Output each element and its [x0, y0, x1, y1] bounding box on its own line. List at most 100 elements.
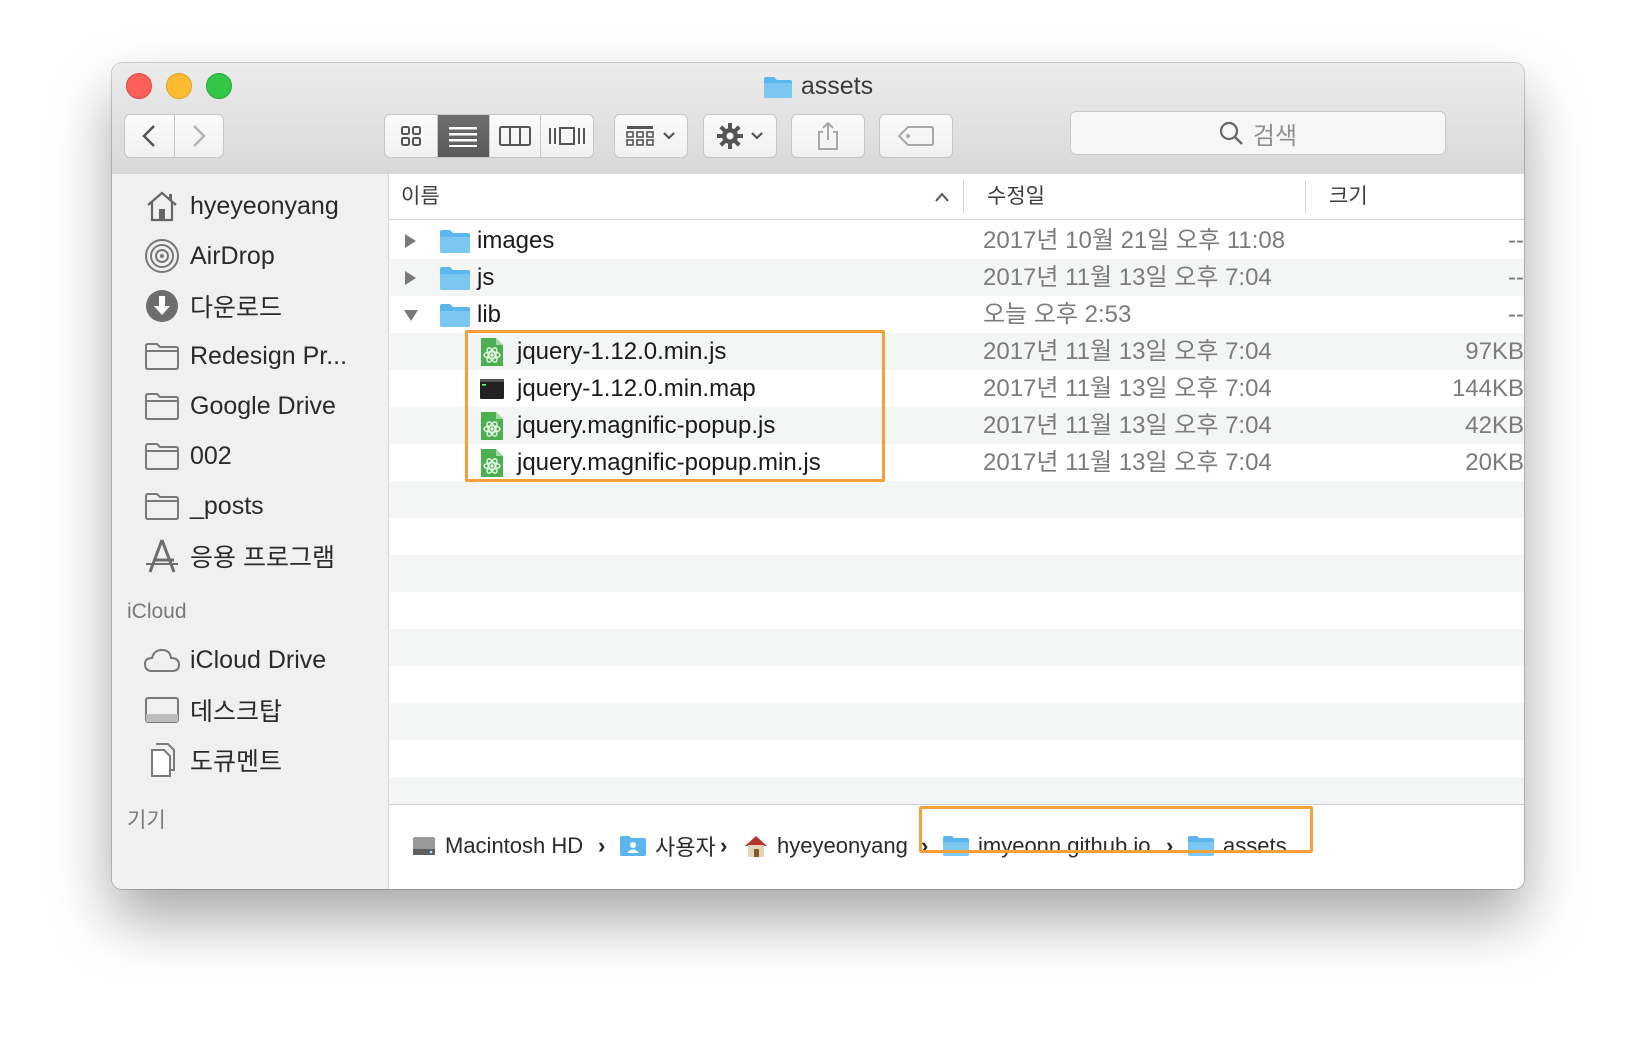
- column-separator[interactable]: [963, 180, 964, 213]
- path-crumb-imyeonn-github-io[interactable]: imyeonn.github.io: [942, 829, 1150, 863]
- empty-row: [389, 740, 1524, 777]
- file-size: --: [1508, 301, 1524, 328]
- empty-row: [389, 666, 1524, 703]
- path-crumb-label: hyeyeonyang: [777, 833, 908, 858]
- file-size: 42KB: [1465, 412, 1524, 439]
- file-row[interactable]: lib 오늘 오후 2:53 --: [389, 296, 1524, 333]
- cover-flow-icon: [549, 127, 586, 145]
- home-icon: [142, 186, 182, 226]
- desktop-icon: [142, 690, 182, 730]
- js-file-icon: [479, 407, 505, 444]
- applications-icon: [142, 536, 182, 576]
- sort-ascending-icon[interactable]: [934, 174, 950, 219]
- path-crumb-label: Macintosh HD: [445, 833, 584, 858]
- sidebar-item-label: Google Drive: [190, 391, 336, 420]
- cover-flow-button[interactable]: [541, 115, 593, 157]
- sidebar-item-documents[interactable]: 도큐멘트: [142, 738, 282, 782]
- path-crumb-label: 사용자: [655, 835, 716, 860]
- icon-view-button[interactable]: [385, 115, 438, 157]
- folder-icon: [763, 74, 793, 108]
- users-folder-icon: [619, 835, 647, 857]
- file-name: lib: [477, 301, 502, 328]
- sidebar-item-label: 다운로드: [190, 294, 283, 322]
- column-size[interactable]: 크기: [1329, 174, 1368, 219]
- sidebar-item-label: 응용 프로그램: [190, 544, 335, 572]
- path-crumb-label: assets: [1223, 833, 1287, 858]
- column-name[interactable]: 이름: [401, 174, 440, 219]
- cloud-icon: [142, 640, 182, 680]
- list-view-button[interactable]: [437, 115, 490, 157]
- sidebar-item-desktop[interactable]: 데스크탑: [142, 688, 282, 732]
- search-field[interactable]: 검색: [1070, 111, 1446, 155]
- js-file-icon: [479, 333, 505, 370]
- forward-button[interactable]: [175, 115, 224, 157]
- file-row[interactable]: jquery.magnific-popup.js 2017년 11월 13일 오후…: [389, 407, 1524, 444]
- file-date: 2017년 11월 13일 오후 7:04: [983, 264, 1272, 291]
- sidebar: hyeyeonyang AirDrop 다운로드 Redesign Pr... …: [112, 174, 389, 889]
- sidebar-item-google-drive[interactable]: Google Drive: [142, 384, 336, 428]
- file-size: 144KB: [1451, 375, 1524, 402]
- share-button[interactable]: [791, 114, 865, 158]
- sidebar-item-002[interactable]: 002: [142, 434, 232, 478]
- sidebar-item-redesign[interactable]: Redesign Pr...: [142, 334, 347, 378]
- file-date: 오늘 오후 2:53: [983, 301, 1132, 328]
- file-name: js: [477, 264, 495, 291]
- hard-drive-icon: [411, 833, 437, 859]
- finder-window: assets 검색 hyeyeonyang AirDrop 다운로드 Redes…: [112, 63, 1524, 889]
- chevron-right-icon: [192, 125, 206, 147]
- sidebar-item-home[interactable]: hyeyeonyang: [142, 184, 339, 228]
- disclosure-collapsed-icon[interactable]: [403, 222, 417, 259]
- disclosure-collapsed-icon[interactable]: [403, 259, 417, 296]
- path-separator-icon: ›: [1166, 833, 1174, 858]
- chevron-left-icon: [142, 125, 156, 147]
- column-separator[interactable]: [1305, 180, 1306, 213]
- path-crumb-macintosh-hd[interactable]: Macintosh HD: [411, 829, 583, 863]
- folder-icon: [439, 296, 471, 333]
- group-by-button[interactable]: [614, 114, 688, 158]
- column-view-button[interactable]: [489, 115, 542, 157]
- airdrop-icon: [142, 236, 182, 276]
- sidebar-item-applications[interactable]: 응용 프로그램: [142, 534, 335, 578]
- sidebar-item-airdrop[interactable]: AirDrop: [142, 234, 275, 278]
- column-header: 이름 수정일 크기: [389, 174, 1524, 220]
- path-separator-icon: ›: [598, 833, 606, 858]
- file-date: 2017년 11월 13일 오후 7:04: [983, 449, 1272, 476]
- sidebar-item-downloads[interactable]: 다운로드: [142, 284, 282, 328]
- disclosure-expanded-icon[interactable]: [403, 296, 419, 333]
- tags-button[interactable]: [879, 114, 953, 158]
- action-button[interactable]: [703, 114, 777, 158]
- sidebar-item-posts[interactable]: _posts: [142, 484, 264, 528]
- path-crumb-users[interactable]: 사용자: [619, 829, 716, 863]
- file-name: images: [477, 227, 555, 254]
- document-icon: [142, 740, 182, 780]
- file-row[interactable]: jquery-1.12.0.min.map 2017년 11월 13일 오후 7:…: [389, 370, 1524, 407]
- folder-icon: [942, 835, 970, 857]
- sidebar-item-label: 데스크탑: [190, 698, 283, 726]
- empty-row: [389, 518, 1524, 555]
- sidebar-section-icloud: iCloud: [127, 600, 187, 623]
- file-row[interactable]: jquery.magnific-popup.min.js 2017년 11월 13…: [389, 444, 1524, 481]
- empty-row: [389, 481, 1524, 518]
- back-button[interactable]: [125, 115, 175, 157]
- window-title-text: assets: [800, 72, 874, 100]
- file-name: jquery-1.12.0.min.map: [517, 375, 756, 402]
- file-date: 2017년 11월 13일 오후 7:04: [983, 338, 1272, 365]
- path-crumb-home[interactable]: hyeyeonyang: [743, 829, 908, 863]
- search-placeholder: 검색: [1252, 122, 1298, 150]
- path-bar: Macintosh HD › 사용자 › hyeyeonyang › imyeo…: [389, 804, 1524, 889]
- sidebar-item-icloud-drive[interactable]: iCloud Drive: [142, 638, 326, 682]
- gear-icon: [717, 123, 743, 149]
- column-modified[interactable]: 수정일: [987, 174, 1045, 219]
- file-row[interactable]: images 2017년 10월 21일 오후 11:08 --: [389, 222, 1524, 259]
- path-crumb-assets[interactable]: assets: [1187, 829, 1287, 863]
- file-size: 20KB: [1465, 449, 1524, 476]
- folder-icon: [1187, 835, 1215, 857]
- file-row[interactable]: jquery-1.12.0.min.js 2017년 11월 13일 오후 7:0…: [389, 333, 1524, 370]
- share-icon: [818, 121, 838, 150]
- file-size: 97KB: [1465, 338, 1524, 365]
- file-row[interactable]: js 2017년 11월 13일 오후 7:04 --: [389, 259, 1524, 296]
- sidebar-item-label: 도큐멘트: [190, 748, 283, 776]
- folder-icon: [439, 222, 471, 259]
- file-size: --: [1508, 227, 1524, 254]
- sidebar-item-label: AirDrop: [190, 241, 275, 270]
